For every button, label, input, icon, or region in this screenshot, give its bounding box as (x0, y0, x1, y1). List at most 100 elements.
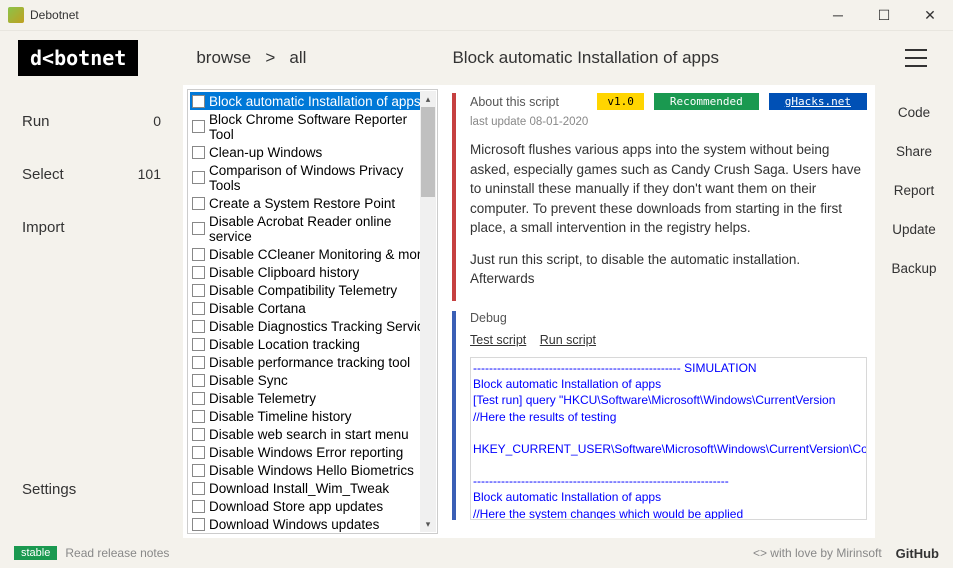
debug-links: Test script Run script (470, 333, 867, 347)
last-update: last update 08-01-2020 (470, 116, 867, 128)
script-label: Comparison of Windows Privacy Tools (209, 163, 433, 193)
content: Block automatic Installation of appsBloc… (183, 85, 875, 538)
script-list-inner[interactable]: Block automatic Installation of appsBloc… (188, 90, 437, 533)
script-row[interactable]: Disable web search in start menu (190, 425, 435, 443)
script-row[interactable]: Disable Telemetry (190, 389, 435, 407)
checkbox[interactable] (192, 302, 205, 315)
description-1: Microsoft flushes various apps into the … (470, 140, 867, 238)
debug-section: Debug Test script Run script -----------… (452, 311, 867, 520)
nav-settings[interactable]: Settings (22, 481, 161, 520)
sidebar-right: Code Share Report Update Backup (875, 85, 953, 538)
script-label: Disable Windows Error reporting (209, 445, 403, 460)
scrollbar[interactable]: ▴ ▾ (420, 91, 436, 532)
maximize-button[interactable]: ☐ (861, 0, 907, 31)
script-label: Download Store app updates (209, 499, 383, 514)
script-row[interactable]: Block Chrome Software Reporter Tool (190, 110, 435, 143)
checkbox[interactable] (192, 338, 205, 351)
nav-select-count: 101 (138, 166, 161, 183)
script-row[interactable]: Create a System Restore Point (190, 194, 435, 212)
script-row[interactable]: Clean-up Windows (190, 143, 435, 161)
checkbox[interactable] (192, 482, 205, 495)
checkbox[interactable] (192, 410, 205, 423)
script-label: Disable Diagnostics Tracking Service (209, 319, 431, 334)
github-link[interactable]: GitHub (896, 546, 939, 561)
checkbox[interactable] (192, 95, 205, 108)
footer-love: <> with love by Mirinsoft (753, 546, 882, 560)
script-row[interactable]: Download Windows updates (190, 515, 435, 533)
script-label: Disable performance tracking tool (209, 355, 410, 370)
checkbox[interactable] (192, 356, 205, 369)
script-row[interactable]: Disable Location tracking (190, 335, 435, 353)
checkbox[interactable] (192, 197, 205, 210)
checkbox[interactable] (192, 464, 205, 477)
checkbox[interactable] (192, 518, 205, 531)
checkbox[interactable] (192, 428, 205, 441)
script-label: Disable web search in start menu (209, 427, 409, 442)
test-script-link[interactable]: Test script (470, 333, 526, 347)
script-row[interactable]: Block automatic Installation of apps (190, 92, 435, 110)
checkbox[interactable] (192, 222, 205, 235)
scroll-thumb[interactable] (421, 107, 435, 197)
right-menu-backup[interactable]: Backup (891, 261, 936, 276)
about-title: About this script (470, 95, 587, 109)
checkbox[interactable] (192, 392, 205, 405)
checkbox[interactable] (192, 320, 205, 333)
script-row[interactable]: Disable Compatibility Telemetry (190, 281, 435, 299)
right-menu-report[interactable]: Report (894, 183, 935, 198)
footer-right: <> with love by Mirinsoft GitHub (753, 546, 939, 561)
script-row[interactable]: Disable Diagnostics Tracking Service (190, 317, 435, 335)
window-title: Debotnet (30, 8, 815, 22)
script-row[interactable]: Disable Acrobat Reader online service (190, 212, 435, 245)
script-row[interactable]: Comparison of Windows Privacy Tools (190, 161, 435, 194)
sidebar-left: Run 0 Select 101 Import Settings (0, 85, 183, 538)
script-row[interactable]: Disable Cortana (190, 299, 435, 317)
scroll-down-icon[interactable]: ▾ (420, 516, 436, 532)
script-row[interactable]: Disable performance tracking tool (190, 353, 435, 371)
debug-title: Debug (470, 311, 867, 325)
checkbox[interactable] (192, 120, 205, 133)
checkbox[interactable] (192, 248, 205, 261)
scroll-up-icon[interactable]: ▴ (420, 91, 436, 107)
script-label: Clean-up Windows (209, 145, 322, 160)
checkbox[interactable] (192, 284, 205, 297)
nav-run[interactable]: Run 0 (22, 103, 161, 156)
checkbox[interactable] (192, 171, 205, 184)
run-script-link[interactable]: Run script (540, 333, 596, 347)
close-button[interactable]: ✕ (907, 0, 953, 31)
script-row[interactable]: Download Store app updates (190, 497, 435, 515)
script-row[interactable]: Download Install_Wim_Tweak (190, 479, 435, 497)
right-menu-share[interactable]: Share (896, 144, 932, 159)
description-2: Just run this script, to disable the aut… (470, 250, 867, 289)
source-link[interactable]: gHacks.net (769, 93, 867, 110)
version-badge: v1.0 (597, 93, 644, 110)
minimize-button[interactable]: ─ (815, 0, 861, 31)
script-row[interactable]: Disable CCleaner Monitoring & more (190, 245, 435, 263)
script-label: Disable Acrobat Reader online service (209, 214, 433, 244)
right-menu-code[interactable]: Code (898, 105, 930, 120)
script-row[interactable]: Disable Sync (190, 371, 435, 389)
page-title: Block automatic Installation of apps (266, 48, 905, 68)
script-row[interactable]: Disable Windows Hello Biometrics (190, 461, 435, 479)
nav-select-label: Select (22, 166, 64, 183)
console-text: ----------------------------------------… (473, 361, 867, 520)
debug-console[interactable]: ----------------------------------------… (470, 357, 867, 520)
checkbox[interactable] (192, 146, 205, 159)
checkbox[interactable] (192, 446, 205, 459)
script-row[interactable]: Disable Timeline history (190, 407, 435, 425)
logo: d<botnet (18, 40, 138, 76)
details-panel: About this script v1.0 Recommended gHack… (438, 85, 875, 538)
script-row[interactable]: Disable Windows Error reporting (190, 443, 435, 461)
nav-import[interactable]: Import (22, 209, 161, 262)
checkbox[interactable] (192, 266, 205, 279)
menu-icon[interactable] (905, 49, 927, 67)
script-label: Disable CCleaner Monitoring & more (209, 247, 429, 262)
checkbox[interactable] (192, 500, 205, 513)
script-row[interactable]: Disable Clipboard history (190, 263, 435, 281)
right-menu-update[interactable]: Update (892, 222, 936, 237)
script-label: Disable Windows Hello Biometrics (209, 463, 414, 478)
checkbox[interactable] (192, 374, 205, 387)
script-label: Download Install_Wim_Tweak (209, 481, 389, 496)
release-notes-link[interactable]: Read release notes (65, 546, 169, 560)
script-label: Disable Sync (209, 373, 288, 388)
nav-select[interactable]: Select 101 (22, 156, 161, 209)
